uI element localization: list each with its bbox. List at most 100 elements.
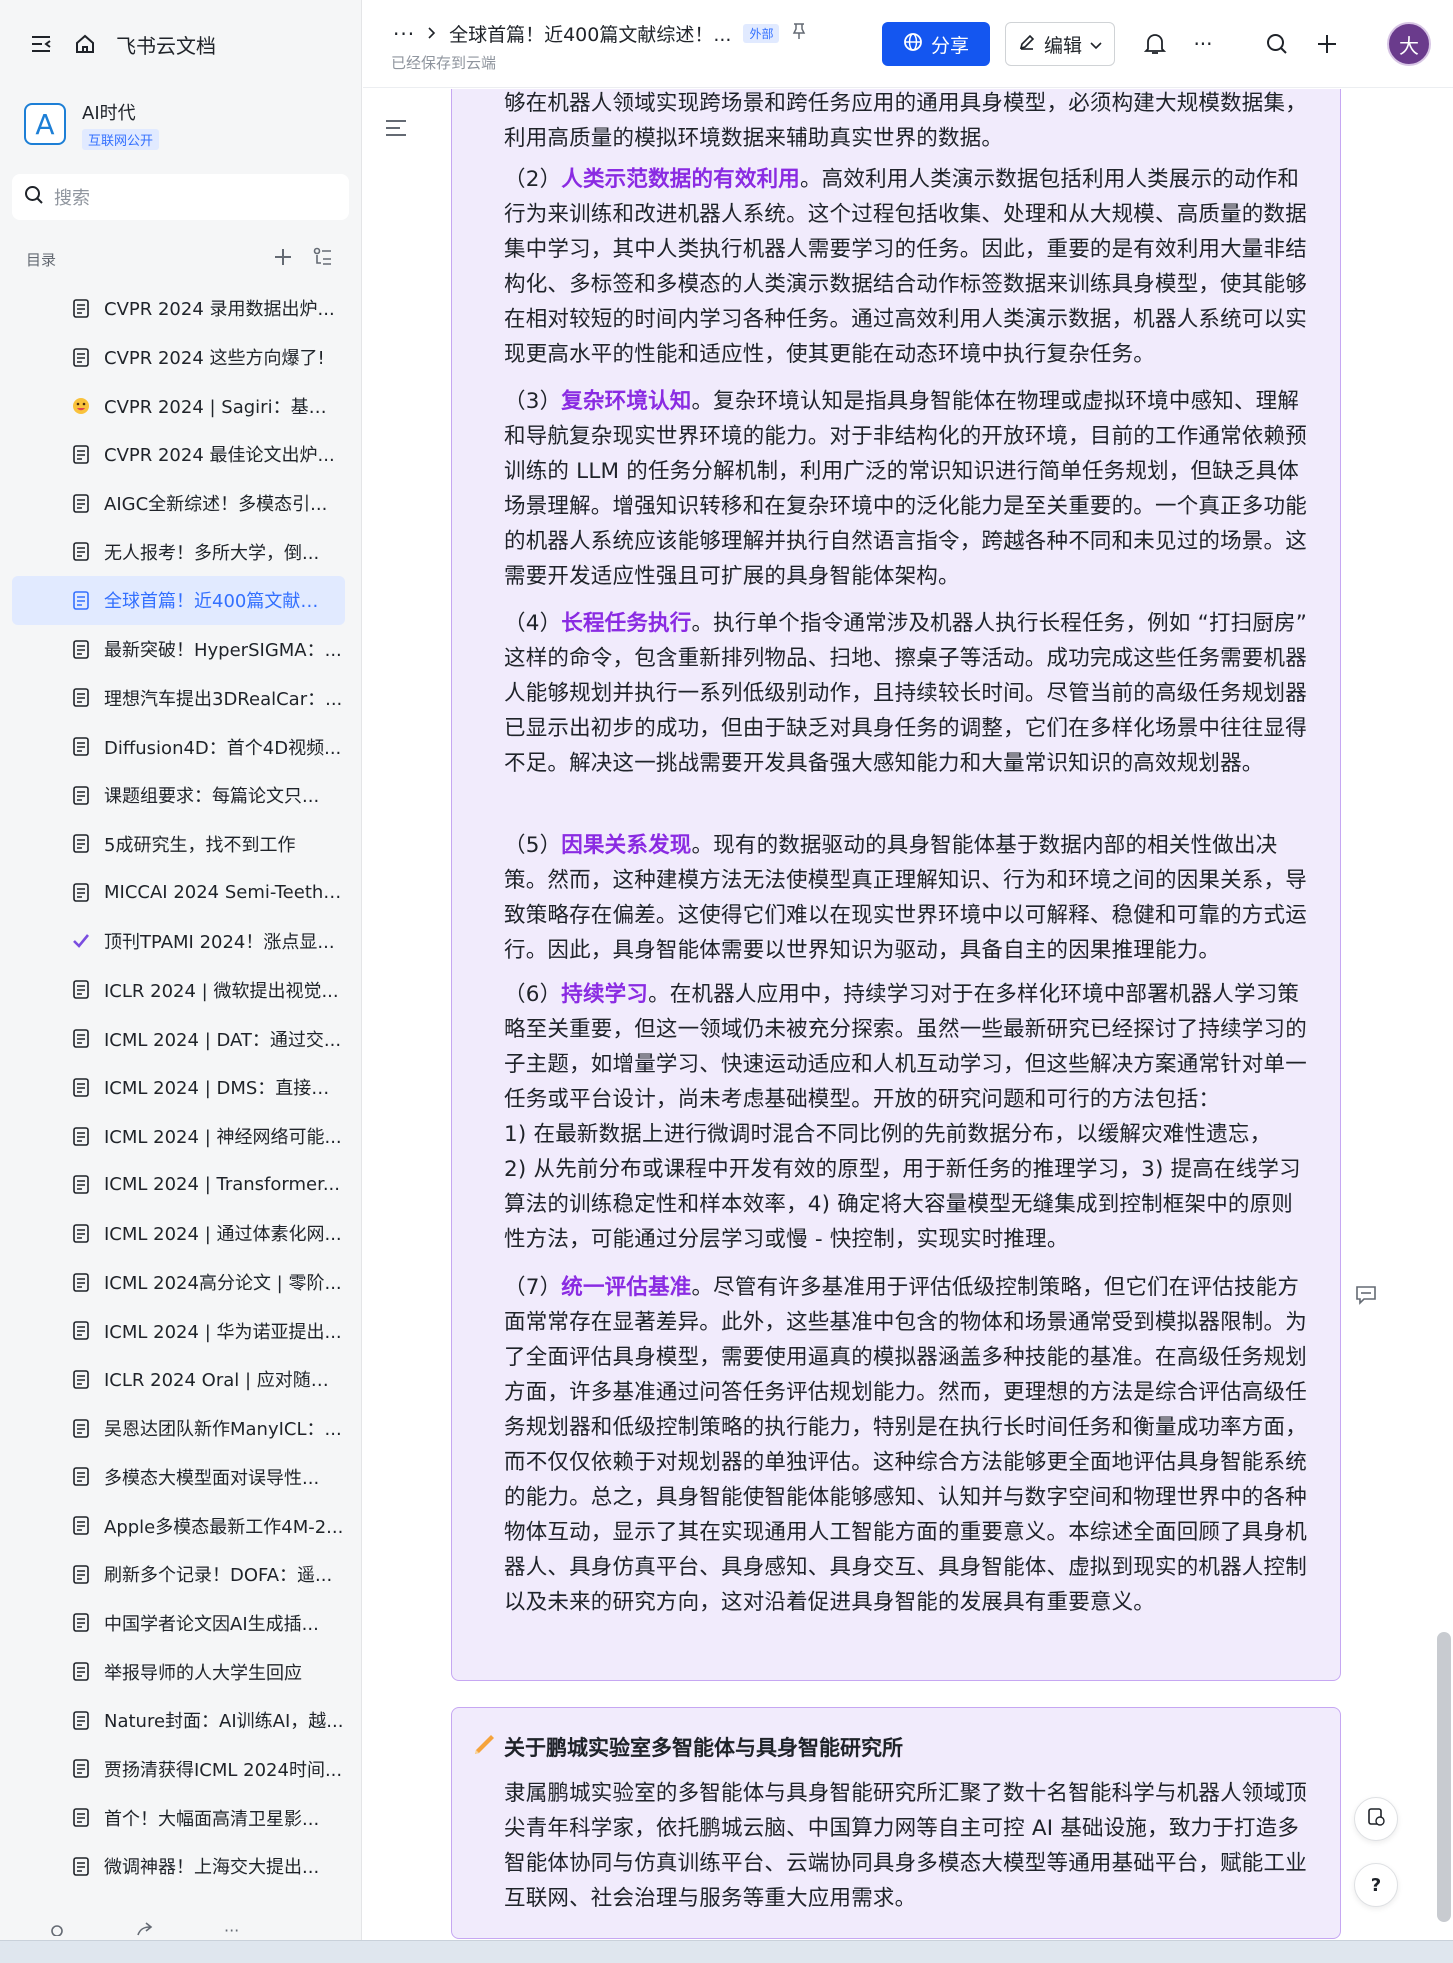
doc-icon [72, 1662, 90, 1682]
sidebar-doc-label: ICLR 2024 | 微软提出视觉... [104, 980, 339, 1002]
more-icon[interactable]: ··· [224, 1921, 239, 1940]
tree-list-icon[interactable] [313, 247, 333, 271]
item-heading: 人类示范数据的有效利用 [561, 167, 800, 192]
sidebar-doc-item[interactable]: 无人报考！多所大学，倒... [0, 527, 361, 576]
more-options-icon[interactable]: ··· [1189, 30, 1217, 58]
edit-mode-button[interactable]: 编辑 [1005, 22, 1115, 66]
outline-icon[interactable] [385, 119, 407, 141]
sidebar-footer: ··· [0, 1910, 361, 1940]
sidebar-doc-item[interactable]: 微调神器！上海交大提出... [0, 1842, 361, 1891]
sidebar-doc-item[interactable]: ICML 2024 | 通过体素化网... [0, 1209, 361, 1258]
sidebar-doc-label: CVPR 2024 录用数据出炉... [104, 299, 335, 321]
doc-icon [72, 444, 90, 464]
sidebar-doc-item[interactable]: CVPR 2024 这些方向爆了! [0, 333, 361, 382]
doc-title[interactable]: 全球首篇！近400篇文献综述！... [449, 20, 731, 47]
doc-list: CVPR 2024 录用数据出炉... CVPR 2024 这些方向爆了! CVPR… [0, 284, 361, 1891]
doc-icon [72, 1029, 90, 1049]
sidebar-doc-item[interactable]: Nature封面：AI训练AI，越... [0, 1696, 361, 1745]
sidebar-doc-item[interactable]: MICCAI 2024 Semi-TeethS... [0, 868, 361, 917]
sidebar-doc-item[interactable]: ICLR 2024 | 微软提出视觉... [0, 966, 361, 1015]
add-icon[interactable] [273, 247, 293, 271]
sidebar-doc-item[interactable]: ICML 2024 | DMS：直接可... [0, 1063, 361, 1112]
sidebar-doc-item[interactable]: ICML 2024 | DAT：通过交... [0, 1014, 361, 1063]
sidebar-doc-item[interactable]: ICML 2024 | 华为诺亚提出... [0, 1306, 361, 1355]
sidebar-doc-label: Apple多模态最新工作4M-2... [104, 1516, 344, 1538]
sidebar-doc-item[interactable]: CVPR 2024 录用数据出炉... [0, 284, 361, 333]
app-window: 飞书云文档 A AI时代 互联网公开 搜索 目录 CVPR 2024 录用数据出… [0, 0, 1453, 1963]
doc-content: 够在机器人领域实现跨场景和跨任务应用的通用具身模型，必须构建大规模数据集，利用高… [363, 89, 1453, 1940]
search-input[interactable]: 搜索 [12, 174, 349, 220]
share-arrow-icon[interactable] [136, 1921, 154, 1940]
callout-block: 够在机器人领域实现跨场景和跨任务应用的通用具身模型，必须构建大规模数据集，利用高… [451, 89, 1341, 1681]
sidebar-doc-label: AIGC全新综述！多模态引... [104, 494, 328, 516]
sidebar-doc-item[interactable]: 刷新多个记录！DOFA：遥... [0, 1550, 361, 1599]
paragraph-human-demo: （2）人类示范数据的有效利用。高效利用人类演示数据包括利用人类展示的动作和行为来… [504, 162, 1314, 372]
paragraph-text: 2) 从先前分布或课程中开发有效的原型，用于新任务的推理学习，3) 提高在线学习… [504, 1157, 1301, 1252]
doc-info-icon [1366, 1807, 1386, 1831]
sidebar-doc-label: 举报导师的人大学生回应 [104, 1662, 302, 1684]
sidebar-doc-item[interactable]: ICLR 2024 Oral | 应对随时... [0, 1355, 361, 1404]
sidebar-doc-label: ICML 2024 | 华为诺亚提出... [104, 1321, 342, 1343]
sidebar-doc-label: MICCAI 2024 Semi-TeethS... [104, 882, 344, 904]
bell-icon[interactable] [1141, 30, 1169, 58]
comment-icon[interactable] [1355, 1285, 1377, 1309]
sidebar-doc-item[interactable]: 首个！大幅面高清卫星影... [0, 1793, 361, 1842]
sidebar-doc-label: ICML 2024 | Transformer... [104, 1174, 340, 1196]
user-avatar[interactable]: 大 [1387, 22, 1431, 66]
sidebar-doc-item[interactable]: 课题组要求：每篇论文只... [0, 771, 361, 820]
item-number: （5） [504, 833, 562, 858]
help-button[interactable]: ? [1354, 1863, 1398, 1907]
doc-info-button[interactable] [1354, 1797, 1398, 1841]
sidebar-doc-item[interactable]: 中国学者论文因AI生成插... [0, 1599, 361, 1648]
paragraph-text: 。尽管有许多基准用于评估低级控制策略，但它们在评估技能方面常常存在显著差异。此外… [504, 1275, 1307, 1615]
sidebar-doc-item[interactable]: 顶刊TPAMI 2024！涨点显... [0, 917, 361, 966]
paragraph-environment: （3）复杂环境认知。复杂环境认知是指具身智能体在物理或虚拟环境中感知、理解和导航… [504, 384, 1314, 594]
plus-icon[interactable] [1313, 30, 1341, 58]
sidebar-doc-item[interactable]: ICML 2024 | 神经网络可能... [0, 1112, 361, 1161]
search-icon[interactable] [1263, 30, 1291, 58]
sidebar-doc-item[interactable]: 吴恩达团队新作ManyICL：... [0, 1404, 361, 1453]
doc-icon [72, 1272, 90, 1292]
sidebar-doc-label: ICML 2024 | DMS：直接可... [104, 1078, 344, 1100]
pen-emoji-icon [472, 1734, 498, 1762]
doc-icon [72, 542, 90, 562]
sidebar-doc-item[interactable]: CVPR 2024 最佳论文出炉... [0, 430, 361, 479]
sidebar-doc-item[interactable]: ICML 2024高分论文 | 零阶... [0, 1258, 361, 1307]
scrollbar-thumb[interactable] [1437, 1632, 1451, 1922]
sidebar-doc-item[interactable]: Diffusion4D：首个4D视频... [0, 722, 361, 771]
doc-icon [72, 1759, 90, 1779]
doc-icon [72, 1856, 90, 1876]
collapse-sidebar-icon[interactable] [28, 31, 54, 57]
breadcrumb: ··· 全球首篇！近400篇文献综述！... 外部 [393, 20, 807, 47]
sidebar-doc-label: 首个！大幅面高清卫星影... [104, 1808, 320, 1830]
sidebar-doc-item[interactable]: 最新突破！HyperSIGMA：... [0, 625, 361, 674]
home-icon[interactable] [72, 31, 98, 57]
sidebar-doc-item[interactable]: 贾扬清获得ICML 2024时间... [0, 1745, 361, 1794]
sidebar-doc-item[interactable]: 举报导师的人大学生回应 [0, 1647, 361, 1696]
sidebar-doc-label: 顶刊TPAMI 2024！涨点显... [104, 932, 335, 954]
doc-icon [72, 1516, 90, 1536]
sidebar-doc-item[interactable]: 多模态大模型面对误导性... [0, 1453, 361, 1502]
doc-icon [72, 737, 90, 757]
sidebar-doc-label: 刷新多个记录！DOFA：遥... [104, 1565, 333, 1587]
sidebar-doc-label: 5成研究生，找不到工作 [104, 834, 296, 856]
sidebar-doc-item[interactable]: Apple多模态最新工作4M-2... [0, 1501, 361, 1550]
sidebar-doc-item[interactable]: 全球首篇！近400篇文献综... [12, 576, 345, 625]
sidebar-doc-item[interactable]: CVPR 2024 | Sagiri：基于S... [0, 381, 361, 430]
sidebar-doc-label: ICML 2024 | DAT：通过交... [104, 1029, 342, 1051]
pin-icon[interactable] [791, 22, 807, 45]
doc-icon [72, 347, 90, 367]
about-text: 隶属鹏城实验室的多智能体与具身智能研究所汇聚了数十名智能科学与机器人领域顶尖青年… [504, 1781, 1307, 1911]
sidebar-doc-item[interactable]: ICML 2024 | Transformer... [0, 1160, 361, 1209]
space-header[interactable]: A AI时代 互联网公开 [0, 88, 361, 160]
sidebar-doc-item[interactable]: 5成研究生，找不到工作 [0, 820, 361, 869]
breadcrumb-more-button[interactable]: ··· [393, 22, 415, 46]
sidebar-doc-label: 中国学者论文因AI生成插... [104, 1613, 319, 1635]
sidebar-doc-label: 理想汽车提出3DRealCar：... [104, 688, 343, 710]
doc-icon [72, 883, 90, 903]
about-callout: 关于鹏城实验室多智能体与具身智能研究所 隶属鹏城实验室的多智能体与具身智能研究所… [451, 1707, 1341, 1939]
sidebar-doc-item[interactable]: AIGC全新综述！多模态引... [0, 479, 361, 528]
settings-icon[interactable] [48, 1921, 66, 1940]
sidebar-doc-item[interactable]: 理想汽车提出3DRealCar：... [0, 674, 361, 723]
share-button[interactable]: 分享 [882, 22, 990, 66]
